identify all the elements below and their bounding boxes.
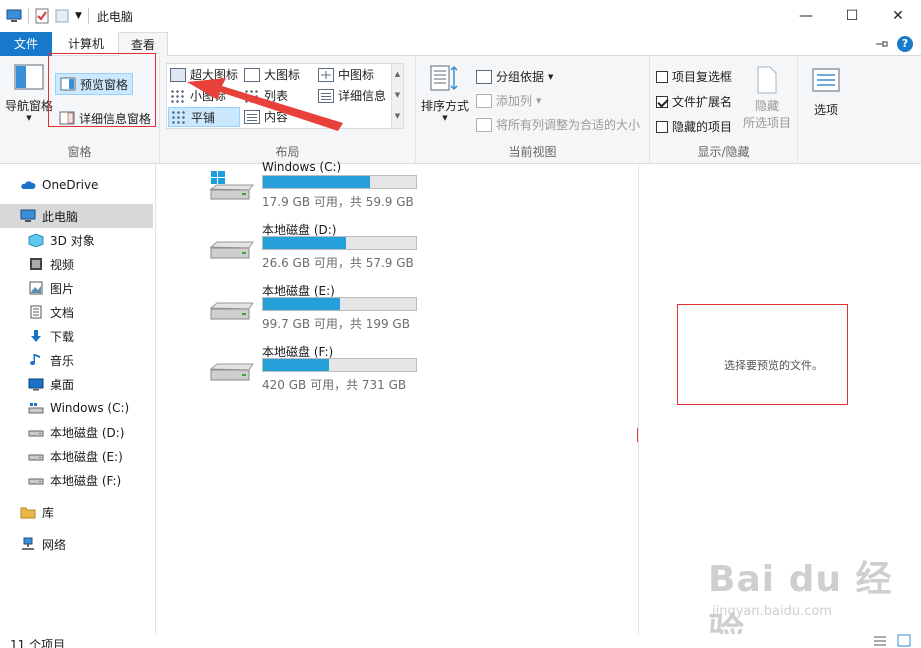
- nav-item-videos[interactable]: 视频: [0, 252, 153, 276]
- drive-usage-fill: [263, 298, 340, 310]
- item-count: 11 个项目: [10, 638, 66, 648]
- drive-usage-fill: [263, 176, 371, 188]
- drive-usage-bar: [262, 358, 417, 372]
- drive-tile-e[interactable]: 本地磁盘 (E:) 99.7 GB 可用，共 199 GB: [209, 282, 419, 338]
- windows-drive-icon: [209, 171, 255, 200]
- nav-item-label: 本地磁盘 (E:): [50, 449, 123, 464]
- nav-item-label: 视频: [50, 257, 75, 272]
- drive-name: Windows (C:): [262, 160, 342, 174]
- drive-free-space: 99.7 GB 可用，共 199 GB: [262, 317, 410, 331]
- computer-icon: [20, 209, 36, 222]
- navigation-pane: OneDrive 此电脑 3D 对象 视频 图片 文档 下载 音乐 桌面 Win…: [0, 164, 156, 634]
- document-icon: [30, 305, 42, 319]
- nav-item-label: 网络: [42, 537, 67, 552]
- nav-item-label: 文档: [50, 305, 75, 320]
- nav-item-label: OneDrive: [42, 178, 99, 192]
- nav-item-drive-e[interactable]: 本地磁盘 (E:): [0, 444, 153, 468]
- drive-icon: [28, 430, 44, 437]
- drive-icon: [28, 454, 44, 461]
- picture-icon: [29, 281, 43, 295]
- arrow-to-layout: [187, 78, 343, 131]
- drive-tile-c[interactable]: Windows (C:) 17.9 GB 可用，共 59.9 GB: [209, 160, 419, 216]
- nav-item-libraries[interactable]: 库: [0, 500, 153, 524]
- nav-item-label: 下载: [50, 329, 75, 344]
- drive-icon: [209, 302, 254, 320]
- annotation-box: [677, 304, 848, 405]
- drive-usage-bar: [262, 175, 417, 189]
- nav-item-drive-d[interactable]: 本地磁盘 (D:): [0, 420, 153, 444]
- nav-item-drive-f[interactable]: 本地磁盘 (F:): [0, 468, 153, 492]
- nav-item-label: 图片: [50, 281, 75, 296]
- nav-item-label: Windows (C:): [50, 401, 130, 415]
- nav-item-3d-objects[interactable]: 3D 对象: [0, 228, 153, 252]
- drive-usage-bar: [262, 236, 417, 250]
- cloud-icon: [21, 181, 36, 189]
- cube-icon: [28, 233, 44, 247]
- drive-usage-fill: [263, 237, 346, 249]
- drive-free-space: 420 GB 可用，共 731 GB: [262, 378, 407, 392]
- content-area: Windows (C:) 17.9 GB 可用，共 59.9 GB 本地磁盘 (…: [157, 160, 637, 634]
- desktop-icon: [28, 378, 44, 391]
- drive-usage-bar: [262, 297, 417, 311]
- large-icons-view-icon[interactable]: [897, 634, 911, 647]
- nav-item-label: 库: [42, 505, 55, 520]
- video-icon: [30, 258, 42, 270]
- drive-free-space: 26.6 GB 可用，共 57.9 GB: [262, 256, 414, 270]
- network-icon: [22, 537, 34, 550]
- watermark: Bai du 经验 jingyan.baidu.com: [700, 548, 900, 648]
- nav-item-label: 3D 对象: [50, 233, 95, 248]
- nav-item-label: 音乐: [50, 353, 75, 368]
- drive-icon: [28, 403, 44, 414]
- status-bar: 11 个项目: [0, 634, 921, 648]
- drive-tile-f[interactable]: 本地磁盘 (F:) 420 GB 可用，共 731 GB: [209, 343, 419, 399]
- watermark-url: jingyan.baidu.com: [712, 604, 832, 619]
- nav-item-documents[interactable]: 文档: [0, 300, 153, 324]
- nav-item-label: 本地磁盘 (F:): [50, 473, 122, 488]
- download-icon: [31, 330, 41, 342]
- drive-free-space: 17.9 GB 可用，共 59.9 GB: [262, 195, 414, 209]
- drive-icon: [28, 478, 44, 485]
- drive-tile-d[interactable]: 本地磁盘 (D:) 26.6 GB 可用，共 57.9 GB: [209, 221, 419, 277]
- nav-item-pictures[interactable]: 图片: [0, 276, 153, 300]
- nav-item-label: 桌面: [50, 377, 75, 392]
- nav-item-downloads[interactable]: 下载: [0, 324, 153, 348]
- nav-item-music[interactable]: 音乐: [0, 348, 153, 372]
- nav-item-onedrive[interactable]: OneDrive: [0, 173, 153, 197]
- nav-item-label: 此电脑: [42, 209, 79, 224]
- nav-item-network[interactable]: 网络: [0, 532, 153, 556]
- nav-item-desktop[interactable]: 桌面: [0, 372, 153, 396]
- nav-item-label: 本地磁盘 (D:): [50, 425, 125, 440]
- drive-icon: [209, 363, 254, 381]
- library-icon: [20, 507, 36, 519]
- nav-item-drive-c[interactable]: Windows (C:): [0, 396, 153, 420]
- details-view-icon[interactable]: [873, 635, 887, 647]
- drive-icon: [209, 241, 254, 259]
- nav-item-this-pc[interactable]: 此电脑: [0, 204, 153, 228]
- drive-usage-fill: [263, 359, 329, 371]
- music-icon: [30, 354, 40, 366]
